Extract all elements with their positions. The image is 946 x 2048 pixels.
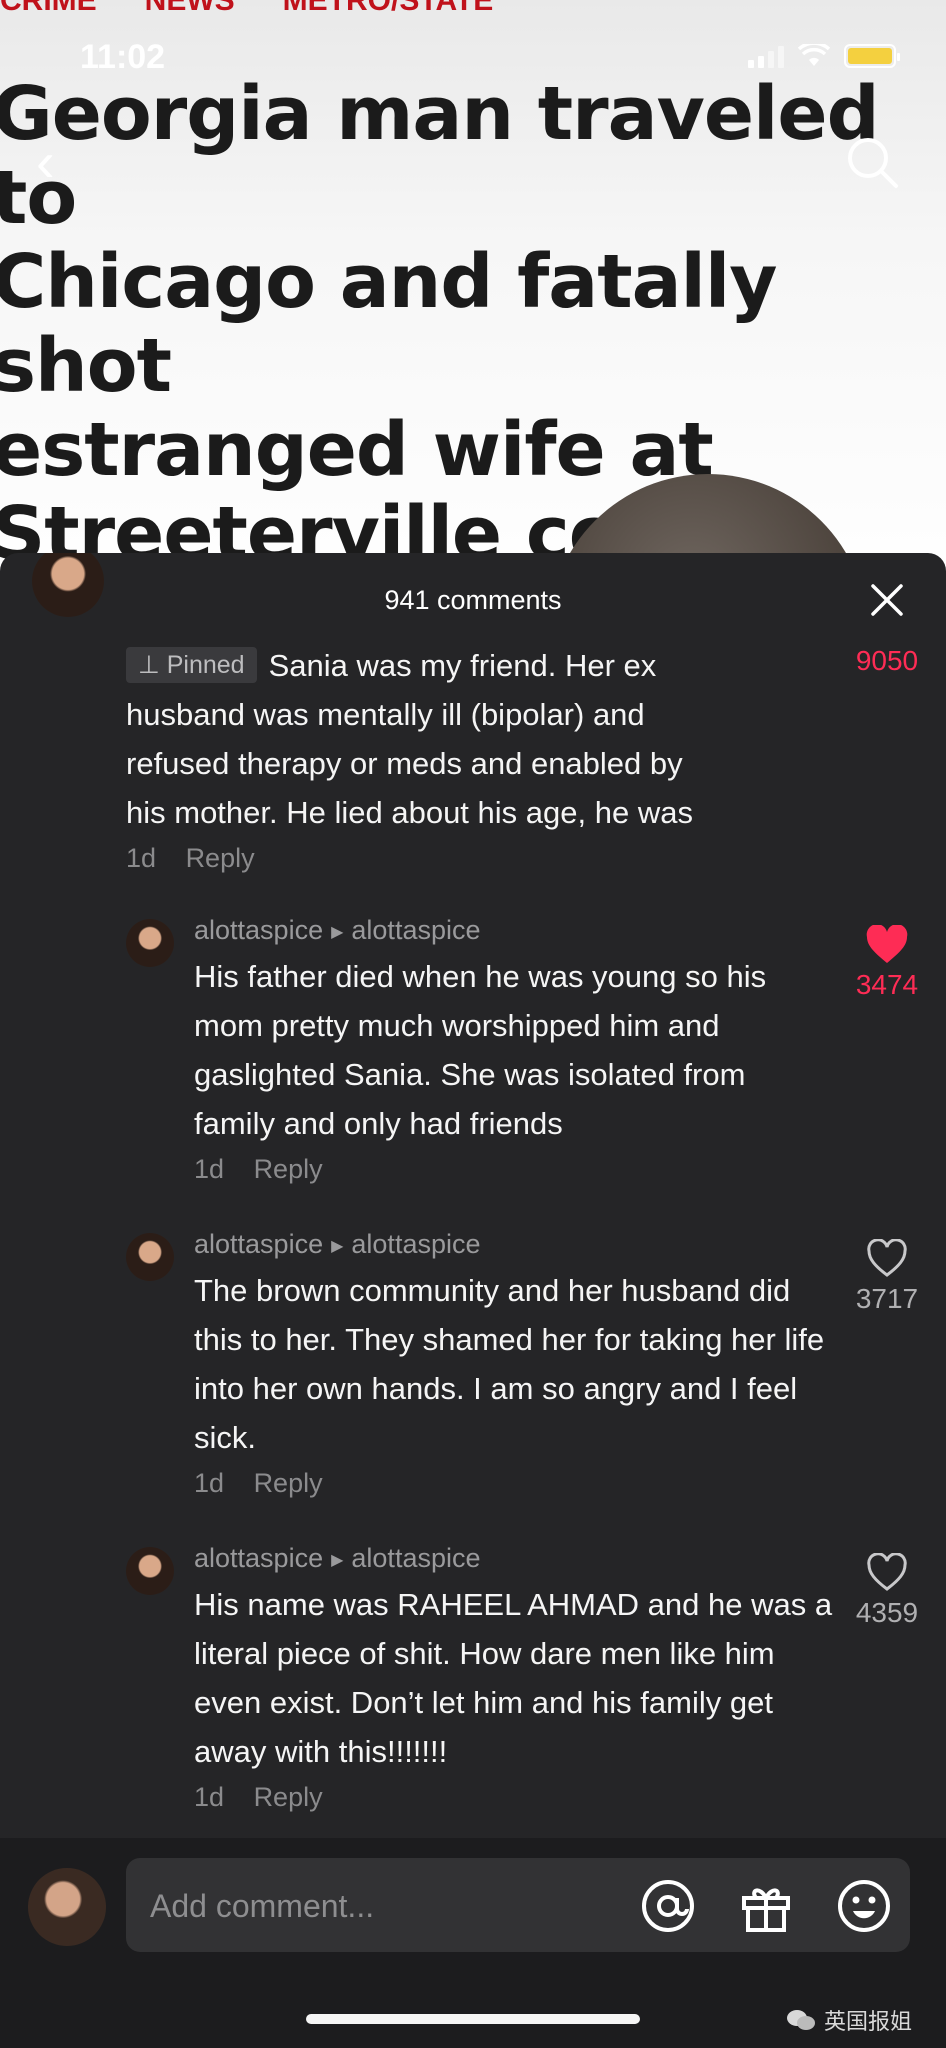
- home-indicator[interactable]: [306, 2014, 640, 2024]
- wechat-icon: [786, 2010, 815, 2030]
- comment-text: His name was RAHEEL AHMAD and he was a l…: [194, 1587, 833, 1769]
- watermark-text: 英国报姐: [823, 2009, 912, 2034]
- like-count: 9050: [855, 645, 919, 676]
- comment-time: 1d: [194, 1154, 225, 1184]
- reply-to-username[interactable]: alottaspice: [351, 1543, 480, 1573]
- like-button[interactable]: 3474: [832, 925, 942, 1001]
- comment-reply: alottaspice ▶ alottaspice His name was RAH…: [194, 1543, 834, 1813]
- status-time: 11:02: [80, 38, 166, 76]
- avatar[interactable]: [126, 919, 174, 967]
- battery-icon: [844, 44, 900, 68]
- reply-button[interactable]: Reply: [186, 843, 255, 873]
- comment-username[interactable]: alottaspice: [194, 1229, 323, 1259]
- comment-meta: 1d Reply: [194, 1782, 834, 1813]
- cellular-signal-icon: [748, 44, 784, 68]
- status-icons: [748, 44, 900, 68]
- watermark: 英国报姐: [786, 2004, 912, 2036]
- comment-username[interactable]: alottaspice: [194, 1543, 323, 1573]
- avatar[interactable]: [126, 1233, 174, 1281]
- heart-filled-icon: [866, 925, 908, 963]
- comment-username-line: alottaspice ▶ alottaspice: [194, 1229, 834, 1260]
- comment-reply: alottaspice ▶ alottaspice The brown commun…: [194, 1229, 834, 1499]
- emoji-icon[interactable]: [836, 1878, 892, 1934]
- comment-username[interactable]: alottaspice: [194, 915, 323, 945]
- reply-arrow-icon: ▶: [331, 923, 344, 941]
- tag-crime[interactable]: CRIME: [0, 0, 97, 18]
- close-icon[interactable]: [870, 583, 904, 617]
- pinned-badge: ⊥ Pinned: [126, 647, 257, 683]
- reply-arrow-icon: ▶: [331, 1551, 344, 1569]
- comment-meta: 1d Reply: [194, 1154, 834, 1185]
- avatar[interactable]: [126, 1547, 174, 1595]
- search-icon[interactable]: [842, 132, 902, 192]
- like-count: 4359: [855, 1597, 919, 1628]
- comment-time: 1d: [194, 1468, 225, 1498]
- like-button[interactable]: 4359: [832, 1553, 942, 1629]
- heart-outline-icon: [867, 1239, 907, 1277]
- reply-to-username[interactable]: alottaspice: [351, 1229, 480, 1259]
- reply-button[interactable]: Reply: [254, 1154, 323, 1184]
- gift-icon[interactable]: [738, 1878, 794, 1934]
- reply-button[interactable]: Reply: [254, 1468, 323, 1498]
- reply-button[interactable]: Reply: [254, 1782, 323, 1812]
- comment-meta: 1d Reply: [126, 843, 726, 874]
- comment-text: The brown community and her husband did …: [194, 1273, 825, 1455]
- comment-text: ⊥ Pinned Sania was my friend. Her ex husb…: [126, 647, 693, 830]
- reply-to-username[interactable]: alottaspice: [351, 915, 480, 945]
- comment-box: [126, 1858, 910, 1954]
- article-section-tags: CRIME NEWS METRO/STATE: [0, 0, 493, 18]
- reply-arrow-icon: ▶: [331, 1237, 344, 1255]
- comment-time: 1d: [126, 843, 157, 873]
- comment-text: His father died when he was young so his…: [194, 959, 767, 1141]
- comment-username-line: alottaspice ▶ alottaspice: [194, 915, 834, 946]
- comment-reply: alottaspice ▶ alottaspice His father died …: [194, 915, 834, 1185]
- heart-outline-icon: [867, 1553, 907, 1591]
- tag-metro-state[interactable]: METRO/STATE: [283, 0, 494, 18]
- back-chevron-icon[interactable]: ‹: [36, 134, 55, 190]
- comment-username-line: alottaspice ▶ alottaspice: [194, 1543, 834, 1574]
- like-button[interactable]: 9050: [832, 645, 942, 677]
- comment-meta: 1d Reply: [194, 1468, 834, 1499]
- like-button[interactable]: 3717: [832, 1239, 942, 1315]
- add-comment-input[interactable]: [148, 1858, 632, 1954]
- like-count: 3474: [855, 969, 919, 1000]
- comment-time: 1d: [194, 1782, 225, 1812]
- current-user-avatar[interactable]: [28, 1868, 106, 1946]
- comments-count-title: 941 comments: [384, 585, 562, 615]
- article-background: CRIME NEWS METRO/STATE Georgia man trave…: [0, 0, 946, 600]
- mention-icon[interactable]: [640, 1878, 696, 1934]
- tag-news[interactable]: NEWS: [145, 0, 235, 18]
- wifi-icon: [798, 44, 830, 66]
- comment-pinned: ⊥ Pinned Sania was my friend. Her ex husb…: [126, 641, 726, 874]
- like-count: 3717: [855, 1283, 919, 1314]
- comments-sheet: 941 comments ⊥ Pinned Sania was my friend…: [0, 553, 946, 2048]
